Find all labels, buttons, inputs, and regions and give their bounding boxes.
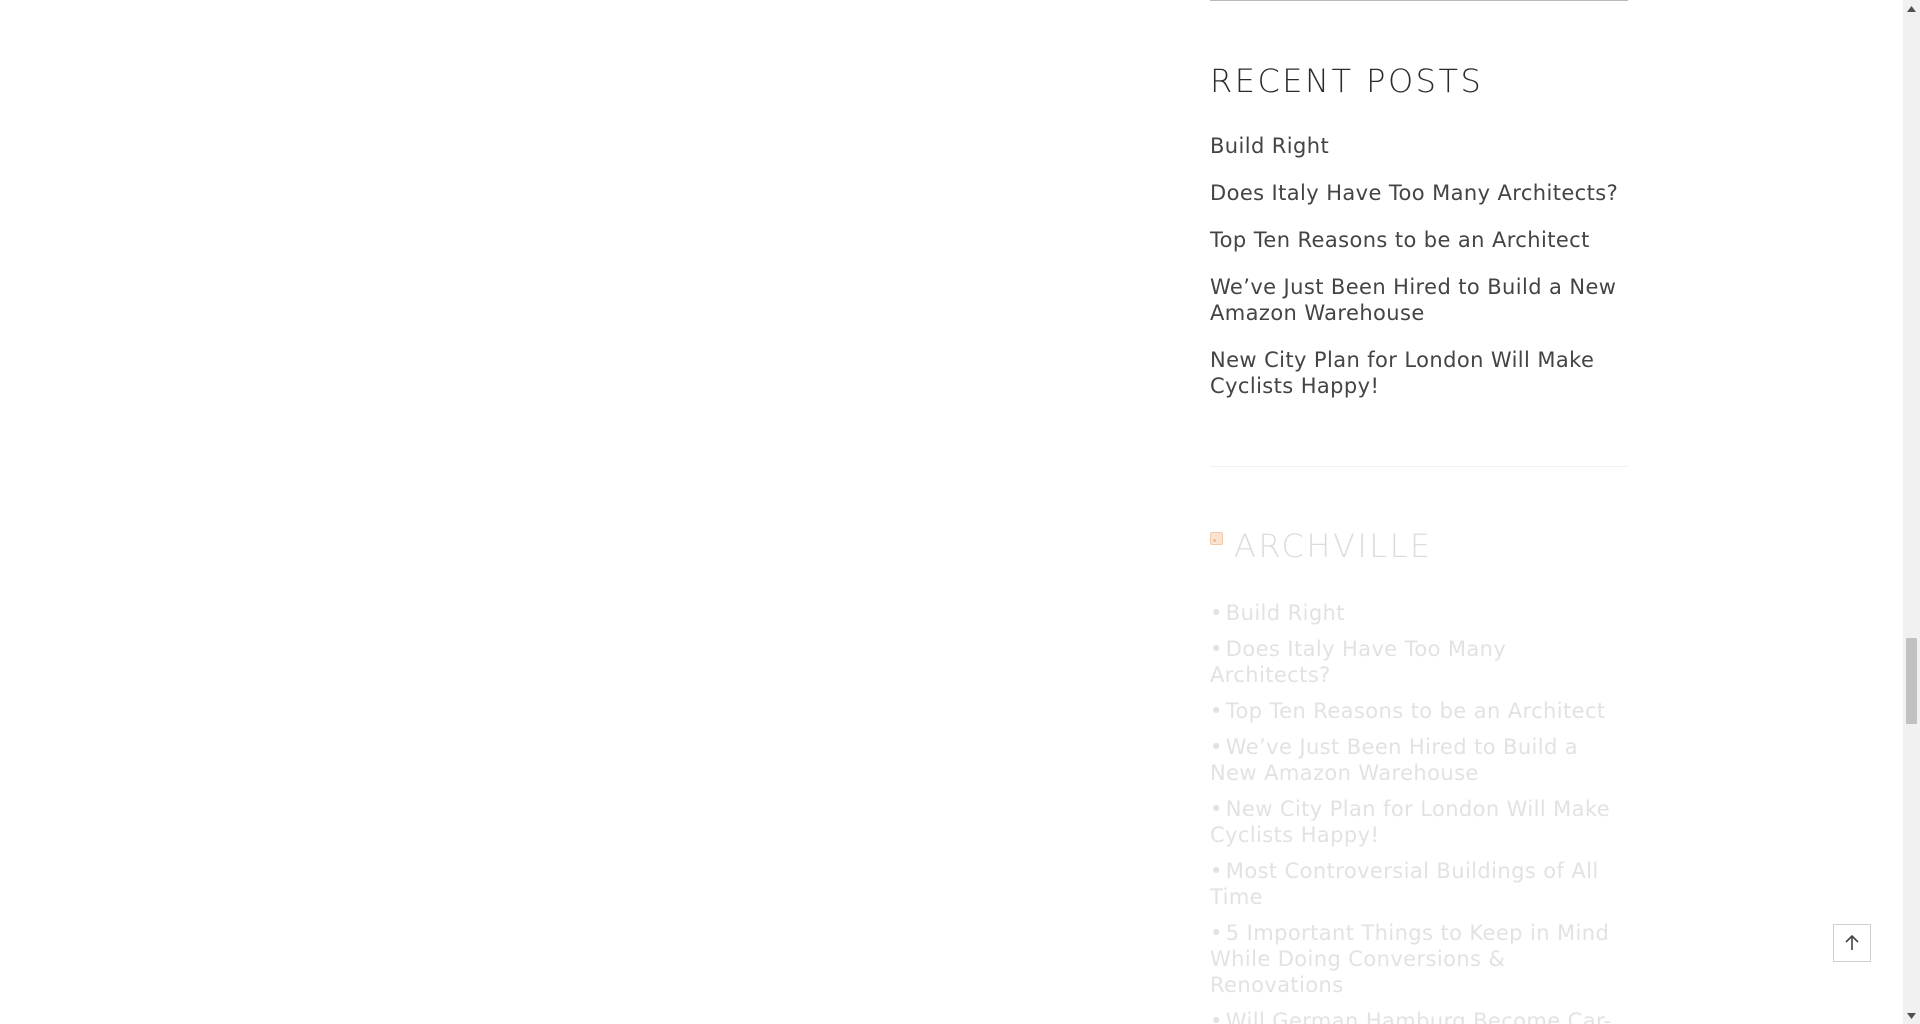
- list-item: New City Plan for London Will Make Cycli…: [1210, 347, 1620, 399]
- recent-post-link[interactable]: New City Plan for London Will Make Cycli…: [1210, 348, 1594, 398]
- list-item: •Will German Hamburg Become Car-Free by …: [1210, 1008, 1620, 1024]
- scrollbar-thumb[interactable]: [1906, 638, 1917, 724]
- rss-item-link[interactable]: Top Ten Reasons to be an Architect: [1226, 699, 1606, 723]
- recent-post-link[interactable]: Build Right: [1210, 134, 1329, 158]
- rss-icon[interactable]: [1210, 532, 1223, 545]
- recent-posts-list: Build Right Does Italy Have Too Many Arc…: [1210, 133, 1620, 420]
- back-to-top-button[interactable]: [1833, 924, 1871, 962]
- sidebar-top-divider: [1210, 0, 1628, 1]
- rss-feed-list: • Build Right • Does Italy Have Too Many A…: [1210, 600, 1620, 1024]
- scroll-up-button[interactable]: [1903, 0, 1920, 17]
- rss-item-link[interactable]: New City Plan for London Will Make Cycli…: [1210, 797, 1610, 847]
- rss-item-link[interactable]: Does Italy Have Too Many Architects?: [1210, 637, 1506, 687]
- recent-post-link[interactable]: Top Ten Reasons to be an Architect: [1210, 228, 1590, 252]
- list-item: • 5 Important Things to Keep in Mind Whil…: [1210, 920, 1620, 998]
- bullet: •: [1210, 797, 1223, 821]
- recent-post-link[interactable]: We’ve Just Been Hired to Build a New Ama…: [1210, 275, 1616, 325]
- rss-widget-title[interactable]: ARCHVILLE: [1234, 522, 1433, 570]
- page: RECENT POSTS Build Right Does Italy Have…: [0, 0, 1920, 1024]
- bullet: •: [1210, 637, 1223, 661]
- list-item: • Most Controversial Buildings of All Tim…: [1210, 858, 1620, 910]
- list-item: • Build Right: [1210, 600, 1620, 626]
- rss-item-link[interactable]: 5 Important Things to Keep in Mind While…: [1210, 921, 1609, 997]
- triangle-down-icon: [1907, 1012, 1916, 1019]
- vertical-scrollbar[interactable]: [1903, 0, 1920, 1024]
- rss-item-link[interactable]: Build Right: [1226, 601, 1345, 625]
- recent-post-link[interactable]: Does Italy Have Too Many Architects?: [1210, 181, 1618, 205]
- rss-item-link[interactable]: Will German Hamburg Become Car-Free by 2…: [1210, 1009, 1612, 1024]
- scroll-down-button[interactable]: [1903, 1007, 1920, 1024]
- triangle-up-icon: [1907, 5, 1916, 12]
- widget-divider: [1210, 466, 1628, 467]
- arrow-up-icon: [1845, 934, 1859, 950]
- rss-item-link[interactable]: We’ve Just Been Hired to Build a New Ama…: [1210, 735, 1578, 785]
- rss-widget-header: ARCHVILLE: [1210, 527, 1433, 570]
- bullet: •: [1210, 735, 1223, 759]
- list-item: Top Ten Reasons to be an Architect: [1210, 227, 1620, 253]
- list-item: • We’ve Just Been Hired to Build a New Am…: [1210, 734, 1620, 786]
- list-item: Build Right: [1210, 133, 1620, 159]
- rss-item-link[interactable]: Most Controversial Buildings of All Time: [1210, 859, 1599, 909]
- recent-posts-title: RECENT POSTS: [1210, 62, 1484, 100]
- list-item: • Top Ten Reasons to be an Architect: [1210, 698, 1620, 724]
- list-item: We’ve Just Been Hired to Build a New Ama…: [1210, 274, 1620, 326]
- bullet: •: [1210, 921, 1223, 945]
- bullet: •: [1210, 1009, 1223, 1024]
- list-item: • Does Italy Have Too Many Architects?: [1210, 636, 1620, 688]
- list-item: Does Italy Have Too Many Architects?: [1210, 180, 1620, 206]
- bullet: •: [1210, 699, 1223, 723]
- bullet: •: [1210, 859, 1223, 883]
- bullet: •: [1210, 601, 1223, 625]
- list-item: • New City Plan for London Will Make Cycl…: [1210, 796, 1620, 848]
